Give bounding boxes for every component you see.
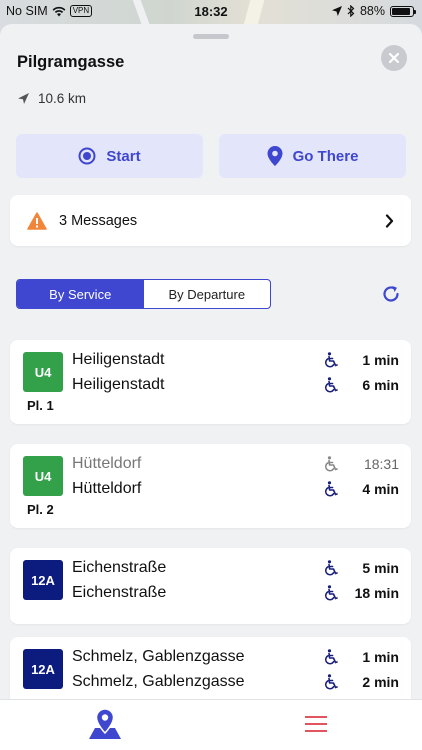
wheelchair-indicator [321, 649, 341, 665]
wheelchair-indicator [321, 674, 341, 690]
departure-row: Heiligenstadt 6 min [72, 374, 399, 396]
destination-label: Eichenstraße [72, 559, 167, 576]
distance-value: 10.6 km [38, 91, 87, 106]
wheelchair-icon [324, 674, 338, 690]
departure-card[interactable]: 12A Eichenstraße 5 min Eichenstraße 18 min [10, 548, 411, 624]
line-badge: U4 [23, 352, 63, 392]
navigation-arrow-icon [18, 93, 29, 104]
wheelchair-indicator [321, 352, 341, 368]
departure-time: 1 min [362, 649, 399, 665]
messages-label: 3 Messages [59, 212, 138, 229]
chevron-right-icon [385, 213, 394, 228]
line-badge: 12A [23, 649, 63, 689]
bluetooth-icon [347, 5, 355, 17]
departure-row: Heiligenstadt 1 min [72, 349, 399, 371]
wheelchair-icon [324, 649, 338, 665]
departure-time: 2 min [362, 674, 399, 690]
wheelchair-icon [324, 377, 338, 393]
departure-row: Schmelz, Gablenzgasse 1 min [72, 646, 399, 668]
line-badge: 12A [23, 560, 63, 600]
start-button[interactable]: Start [16, 134, 203, 178]
departure-time: 6 min [362, 377, 399, 393]
hamburger-menu-icon [305, 716, 327, 732]
wheelchair-icon [324, 481, 338, 497]
departure-time: 4 min [362, 481, 399, 497]
battery-fill [392, 7, 410, 15]
wheelchair-icon [324, 560, 338, 576]
close-icon [389, 53, 399, 63]
status-right: 88% [331, 4, 416, 18]
wheelchair-indicator [321, 481, 341, 497]
wheelchair-indicator [321, 585, 341, 601]
wheelchair-indicator [321, 456, 341, 472]
destination-label: Eichenstraße [72, 584, 167, 601]
destination-label: Heiligenstadt [72, 376, 165, 393]
departure-time: 18 min [354, 585, 399, 601]
departure-row: Hütteldorf 4 min [72, 478, 399, 500]
sheet-grabber[interactable] [193, 34, 229, 39]
wheelchair-icon [324, 585, 338, 601]
tab-map[interactable] [85, 704, 125, 744]
start-label: Start [106, 147, 141, 165]
platform-label: Pl. 1 [27, 398, 54, 413]
wheelchair-indicator [321, 560, 341, 576]
battery-percent: 88% [359, 4, 385, 18]
wheelchair-icon [324, 352, 338, 368]
departure-row: Hütteldorf 18:31 [72, 453, 399, 475]
destination-label: Schmelz, Gablenzgasse [72, 673, 245, 690]
stop-title: Pilgramgasse [17, 53, 125, 71]
line-badge: U4 [23, 456, 63, 496]
destination-label: Hütteldorf [72, 455, 142, 472]
wheelchair-icon [324, 456, 338, 472]
destination-label: Heiligenstadt [72, 351, 165, 368]
stop-detail-sheet: Pilgramgasse 10.6 km Start Go There 3 Me… [0, 24, 422, 750]
segment-by-departure[interactable]: By Departure [144, 280, 271, 308]
tab-menu[interactable] [296, 704, 336, 744]
departure-card[interactable]: U4 Pl. 2 Hütteldorf 18:31 Hütteldorf 4 min [10, 444, 411, 528]
departure-time: 1 min [362, 352, 399, 368]
platform-label: Pl. 2 [27, 502, 54, 517]
target-icon [78, 147, 96, 165]
refresh-button[interactable] [378, 281, 404, 307]
segment-by-service[interactable]: By Service [17, 280, 144, 308]
location-pin-icon [267, 146, 283, 166]
location-arrow-icon [331, 6, 342, 16]
go-there-label: Go There [292, 147, 359, 165]
close-button[interactable] [381, 45, 407, 71]
destination-label: Hütteldorf [72, 480, 142, 497]
departure-row: Eichenstraße 18 min [72, 582, 399, 604]
tab-bar [0, 699, 422, 750]
departure-row: Schmelz, Gablenzgasse 2 min [72, 671, 399, 693]
status-bar: No SIM VPN 18:32 88% [0, 0, 422, 22]
departure-row: Eichenstraße 5 min [72, 557, 399, 579]
departure-card[interactable]: U4 Pl. 1 Heiligenstadt 1 min Heiligenstadt 6 … [10, 340, 411, 424]
departure-time: 18:31 [363, 456, 399, 472]
sort-segmented-control: By Service By Departure [16, 279, 271, 309]
messages-row[interactable]: 3 Messages [10, 195, 411, 246]
wheelchair-indicator [321, 377, 341, 393]
map-pin-tab-icon [89, 708, 121, 739]
warning-triangle-icon [27, 211, 47, 230]
go-there-button[interactable]: Go There [219, 134, 406, 178]
destination-label: Schmelz, Gablenzgasse [72, 648, 245, 665]
refresh-icon [383, 286, 399, 302]
departure-time: 5 min [362, 560, 399, 576]
distance-info: 10.6 km [17, 91, 86, 106]
battery-icon [390, 5, 416, 17]
